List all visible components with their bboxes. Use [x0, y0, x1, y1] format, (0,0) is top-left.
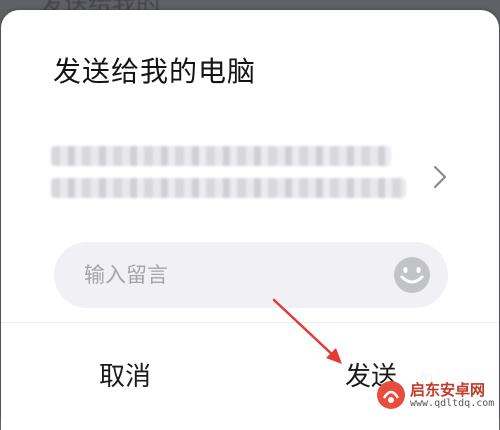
file-preview-text: ███████ ████████████ ██████: [51, 146, 411, 166]
dialog-title: 发送给我的电脑: [53, 55, 257, 88]
message-field[interactable]: [54, 242, 448, 308]
file-preview-row[interactable]: ███████ ████████████ ██████ ████████████…: [51, 140, 461, 210]
watermark-logo-icon: [377, 381, 405, 409]
action-divider: [1, 322, 499, 323]
message-input[interactable]: [84, 242, 374, 308]
watermark: 启东安卓网 www.qdltdq.com: [376, 378, 500, 418]
send-to-computer-dialog: 发送给我的电脑 ███████ ████████████ ██████ ████…: [1, 10, 499, 430]
background-header-strip: 发送给我的电脑: [40, 0, 180, 10]
chevron-right-icon[interactable]: [431, 164, 449, 190]
background-header-title: 发送给我的电脑: [40, 0, 180, 10]
file-preview-text: ████████████████ ████████: [51, 178, 411, 198]
cancel-button[interactable]: 取消: [99, 356, 151, 393]
watermark-url: www.qdltdq.com: [410, 398, 495, 409]
watermark-name: 启东安卓网: [410, 381, 486, 399]
emoji-icon[interactable]: [392, 255, 432, 295]
